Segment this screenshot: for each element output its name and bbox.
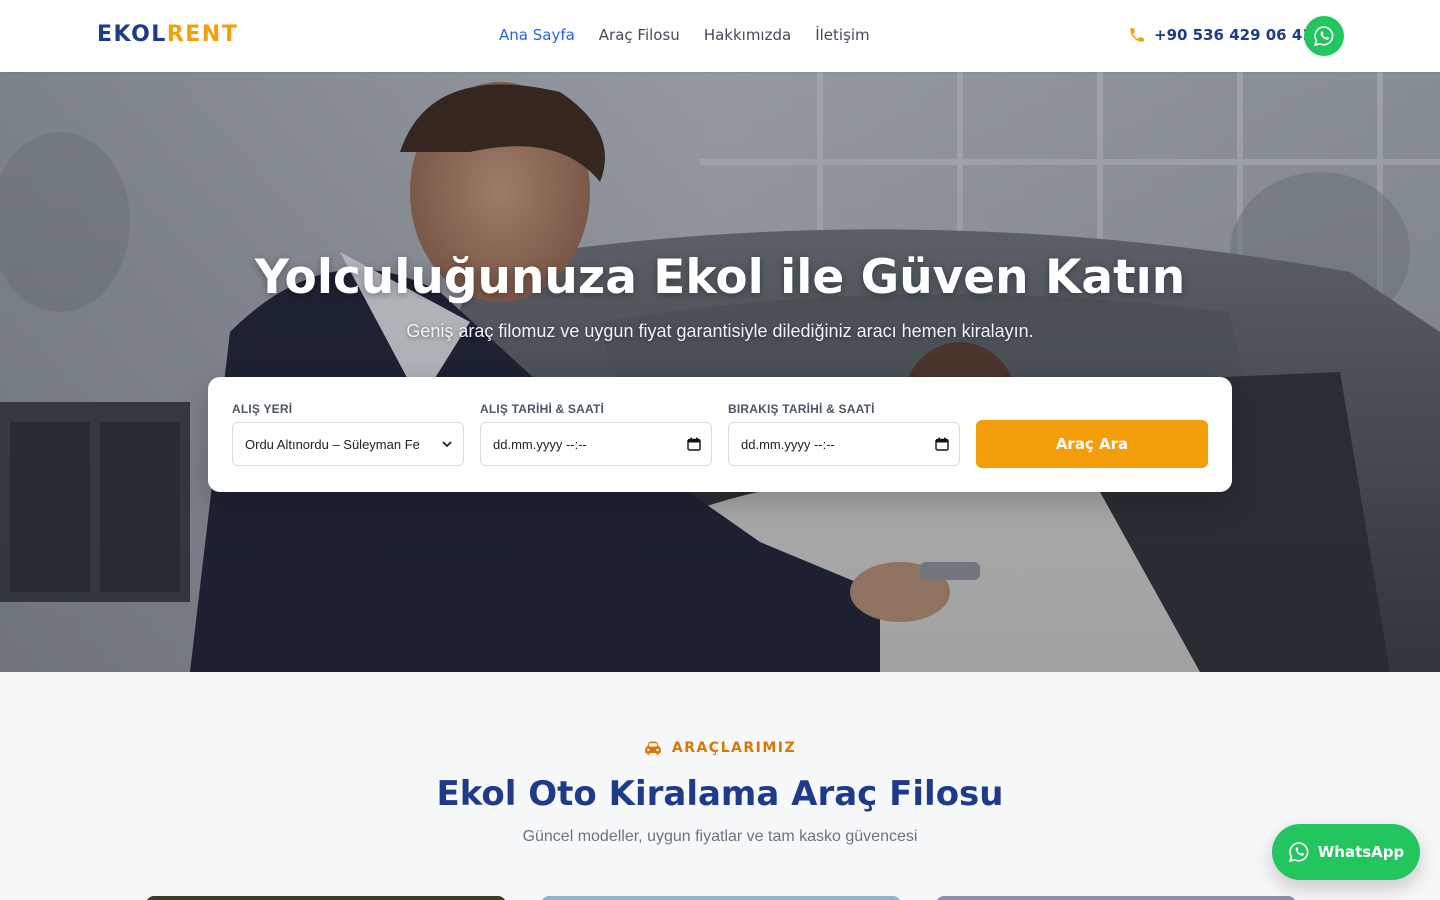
- phone-number: +90 536 429 06 41: [1154, 26, 1313, 44]
- calendar-icon[interactable]: [935, 437, 949, 451]
- pickup-datetime-field: ALIŞ TARİHİ & SAATİ dd.mm.yyyy --:--: [480, 402, 712, 466]
- brand-part-2: RENT: [166, 22, 239, 47]
- phone-icon: [1130, 28, 1144, 42]
- fleet-section: ARAÇLARIMIZ Ekol Oto Kiralama Araç Filos…: [0, 672, 1440, 900]
- nav-item-about[interactable]: Hakkımızda: [704, 26, 791, 44]
- car-card[interactable]: [541, 896, 901, 900]
- car-icon: [645, 741, 661, 755]
- dropoff-datetime-input[interactable]: dd.mm.yyyy --:--: [728, 422, 960, 466]
- hero-title: Yolculuğunuza Ekol ile Güven Katın: [254, 250, 1186, 305]
- site-header: EKOLRENT Ana Sayfa Araç Filosu Hakkımızd…: [0, 0, 1440, 72]
- pickup-datetime-label: ALIŞ TARİHİ & SAATİ: [480, 402, 605, 416]
- nav-item-fleet[interactable]: Araç Filosu: [599, 26, 680, 44]
- search-form: ALIŞ YERİ Ordu Altınordu – Süleyman Fe A…: [208, 377, 1232, 492]
- whatsapp-icon: [1313, 26, 1334, 47]
- pickup-location-value: Ordu Altınordu – Süleyman Fe: [245, 436, 420, 452]
- car-card[interactable]: [146, 896, 506, 900]
- brand-logo[interactable]: EKOLRENT: [97, 22, 238, 47]
- phone-link[interactable]: +90 536 429 06 41: [1128, 26, 1313, 44]
- hero-subtitle: Geniş araç filomuz ve uygun fiyat garant…: [406, 321, 1034, 341]
- fleet-eyebrow: ARAÇLARIMIZ: [0, 740, 1440, 756]
- pickup-location-field: ALIŞ YERİ Ordu Altınordu – Süleyman Fe: [232, 402, 464, 466]
- hero-overlay: [0, 72, 1440, 672]
- car-card[interactable]: [936, 896, 1296, 900]
- fleet-subtitle: Güncel modeller, uygun fiyatlar ve tam k…: [522, 828, 918, 845]
- nav-item-home[interactable]: Ana Sayfa: [499, 26, 575, 44]
- whatsapp-float-button[interactable]: WhatsApp: [1272, 824, 1420, 880]
- brand-part-1: EKOL: [97, 22, 167, 47]
- fleet-title: Ekol Oto Kiralama Araç Filosu: [436, 774, 1004, 814]
- calendar-icon[interactable]: [687, 437, 701, 451]
- header-whatsapp-button[interactable]: [1304, 16, 1344, 56]
- dropoff-datetime-label: BIRAKIŞ TARİHİ & SAATİ: [728, 402, 875, 416]
- dropoff-datetime-field: BIRAKIŞ TARİHİ & SAATİ dd.mm.yyyy --:--: [728, 402, 960, 466]
- dropoff-datetime-value: dd.mm.yyyy --:--: [741, 436, 835, 452]
- chevron-down-icon: [442, 441, 452, 448]
- search-cars-button[interactable]: Araç Ara: [976, 420, 1208, 468]
- nav-item-contact[interactable]: İletişim: [815, 26, 869, 44]
- fleet-eyebrow-text: ARAÇLARIMIZ: [671, 740, 797, 756]
- pickup-location-select[interactable]: Ordu Altınordu – Süleyman Fe: [232, 422, 464, 466]
- whatsapp-float-label: WhatsApp: [1317, 843, 1405, 861]
- whatsapp-icon: [1288, 842, 1309, 863]
- pickup-location-label: ALIŞ YERİ: [232, 402, 293, 416]
- hero-section: Yolculuğunuza Ekol ile Güven Katın Geniş…: [0, 72, 1440, 672]
- pickup-datetime-value: dd.mm.yyyy --:--: [493, 436, 587, 452]
- main-nav: Ana Sayfa Araç Filosu Hakkımızda İletişi…: [499, 26, 870, 44]
- pickup-datetime-input[interactable]: dd.mm.yyyy --:--: [480, 422, 712, 466]
